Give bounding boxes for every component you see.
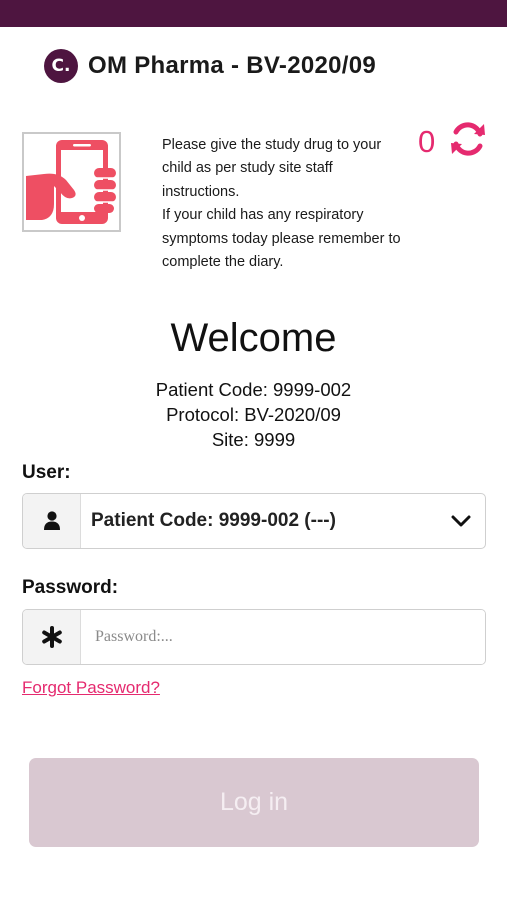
notice-line-2: If your child has any respiratory sympto… xyxy=(162,207,401,271)
password-group xyxy=(22,609,486,665)
patient-info: Patient Code: 9999-002 Protocol: BV-2020… xyxy=(0,377,507,452)
user-label: User: xyxy=(22,462,71,483)
status-bar xyxy=(0,0,507,27)
protocol: Protocol: BV-2020/09 xyxy=(166,404,341,425)
study-notice: Please give the study drug to your child… xyxy=(162,134,412,274)
refresh-icon[interactable] xyxy=(447,118,489,160)
login-button[interactable]: Log in xyxy=(29,758,479,847)
app-title: OM Pharma - BV-2020/09 xyxy=(88,52,377,79)
asterisk-icon xyxy=(23,610,81,664)
welcome-heading: Welcome xyxy=(170,316,337,360)
forgot-password-link[interactable]: Forgot Password? xyxy=(22,678,160,698)
password-input[interactable] xyxy=(81,610,485,664)
sync-count: 0 xyxy=(418,124,436,159)
user-icon xyxy=(23,494,81,548)
site: Site: 9999 xyxy=(211,429,296,450)
user-select-value[interactable]: Patient Code: 9999-002 (---) xyxy=(81,494,437,548)
app-logo: C. xyxy=(44,49,78,83)
user-select[interactable]: Patient Code: 9999-002 (---) xyxy=(22,493,486,549)
app-header: C. OM Pharma - BV-2020/09 xyxy=(44,48,376,84)
password-label: Password: xyxy=(22,577,119,598)
notice-line-1: Please give the study drug to your child… xyxy=(162,137,382,200)
phone-in-hand-icon xyxy=(22,132,121,232)
chevron-down-icon[interactable] xyxy=(437,494,485,548)
patient-code: Patient Code: 9999-002 xyxy=(155,379,352,400)
